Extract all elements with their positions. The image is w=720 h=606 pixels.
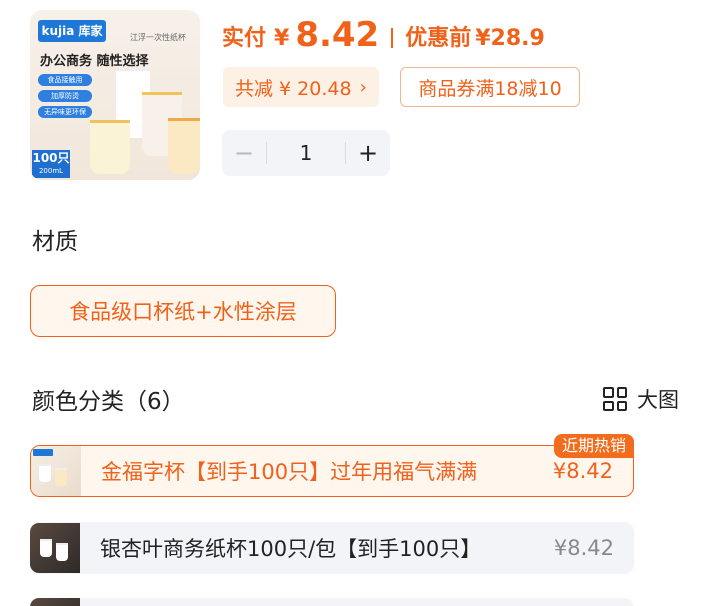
option-name: 金福字杯【到手100只】过年用福气满满 — [101, 460, 478, 484]
material-option-selected[interactable]: 食品级口杯纸+水性涂层 — [30, 285, 336, 337]
chevron-right-icon: › — [359, 76, 367, 98]
option-price: ¥8.42 — [552, 459, 613, 483]
material-section-title: 材质 — [32, 229, 78, 255]
grid-icon — [603, 387, 627, 411]
product-feature-1: 食品接触用 — [38, 74, 92, 86]
color-option-3[interactable] — [30, 598, 634, 606]
actual-price-label: 实付 — [222, 26, 267, 51]
count-badge: 100只 200mL — [32, 150, 70, 178]
product-feature-3: 无异味更环保 — [38, 106, 92, 118]
quantity-value[interactable]: 1 — [267, 141, 345, 165]
product-headline: 办公商务 随性选择 — [40, 54, 149, 69]
price-divider — [391, 28, 394, 48]
decrement-button[interactable]: − — [222, 139, 266, 167]
option-thumbnail — [31, 446, 81, 496]
big-image-toggle[interactable]: 大图 — [603, 384, 679, 414]
product-feature-2: 加厚防烫 — [38, 90, 92, 102]
actual-price: 8.42 — [295, 15, 380, 55]
option-thumbnail — [30, 523, 80, 573]
option-thumbnail — [30, 598, 80, 606]
quantity-stepper: − 1 + — [222, 130, 390, 176]
original-price-label: 优惠前 — [405, 26, 472, 51]
product-image[interactable]: kujia 库家 江浮一次性纸杯 办公商务 随性选择 食品接触用 加厚防烫 无异… — [30, 10, 200, 180]
color-section-title: 颜色分类（6） — [32, 389, 185, 415]
original-price: ¥28.9 — [475, 26, 545, 51]
big-image-label: 大图 — [637, 388, 679, 412]
product-tagline: 江浮一次性纸杯 — [130, 33, 186, 42]
color-option-2[interactable]: 银杏叶商务纸杯100只/包【到手100只】 ¥8.42 — [30, 522, 634, 574]
color-option-1[interactable]: 金福字杯【到手100只】过年用福气满满 ¥8.42 近期热销 — [30, 434, 634, 497]
hot-sale-badge: 近期热销 — [553, 434, 634, 458]
increment-button[interactable]: + — [346, 139, 390, 167]
total-discount-label: 共减 ¥ 20.48 — [235, 77, 352, 100]
option-name: 银杏叶商务纸杯100只/包【到手100只】 — [100, 537, 482, 561]
cup-graphic — [90, 120, 130, 174]
brand-logo: kujia 库家 — [38, 20, 106, 42]
total-discount-chip[interactable]: 共减 ¥ 20.48 › — [223, 67, 379, 107]
currency-symbol: ¥ — [274, 26, 290, 51]
coupon-chip[interactable]: 商品券满18减10 — [400, 67, 580, 107]
cup-graphic — [168, 118, 200, 174]
price-row: 实付 ¥ 8.42 优惠前 ¥28.9 — [222, 14, 545, 54]
option-price: ¥8.42 — [553, 536, 614, 560]
